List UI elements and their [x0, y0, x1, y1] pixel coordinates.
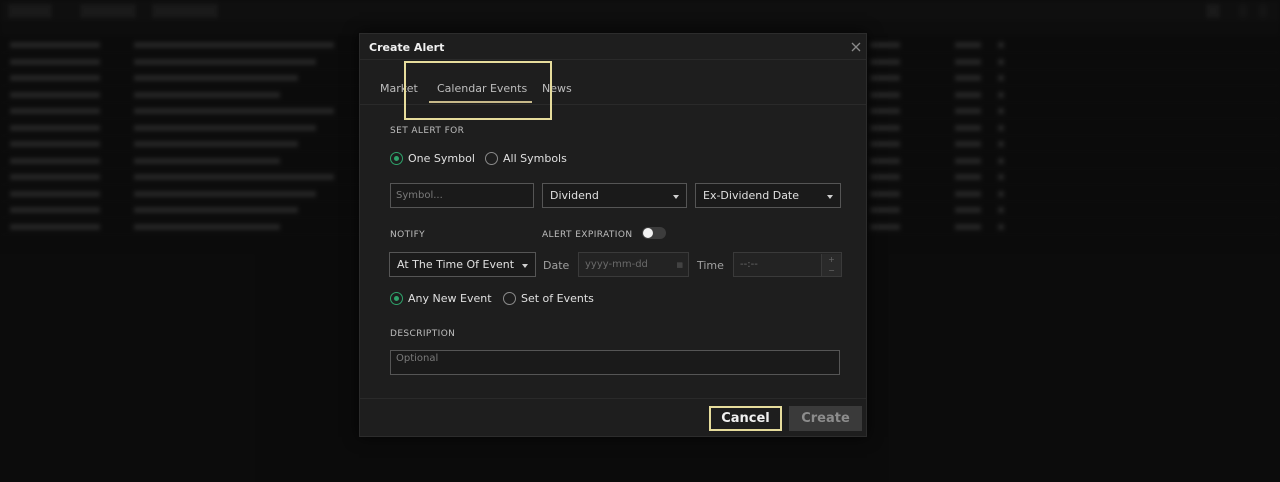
- date-label: Date: [543, 259, 570, 272]
- select-value: At The Time Of Event: [397, 258, 515, 271]
- set-alert-for-label: SET ALERT FOR: [390, 126, 465, 136]
- chevron-down-icon: [827, 194, 833, 199]
- tabs-divider: [360, 104, 866, 105]
- decrement-icon[interactable]: −: [821, 265, 841, 276]
- radio-any-new-event[interactable]: Any New Event: [390, 292, 492, 305]
- dialog-title: Create Alert: [369, 41, 445, 54]
- chevron-down-icon: [522, 263, 528, 268]
- tab-calendar-events[interactable]: Calendar Events: [437, 82, 527, 95]
- notify-timing-select[interactable]: At The Time Of Event: [389, 252, 536, 277]
- tab-news[interactable]: News: [542, 82, 572, 95]
- active-tab-indicator: [429, 101, 532, 103]
- increment-icon[interactable]: +: [821, 254, 841, 265]
- radio-one-symbol[interactable]: One Symbol: [390, 152, 475, 165]
- date-placeholder: yyyy-mm-dd: [585, 259, 648, 270]
- notify-label: NOTIFY: [390, 230, 426, 240]
- time-placeholder: --:--: [740, 259, 758, 270]
- close-icon[interactable]: [849, 39, 863, 53]
- event-type-select[interactable]: Dividend: [542, 183, 687, 208]
- alert-expiration-label: ALERT EXPIRATION: [542, 230, 633, 240]
- title-divider: [360, 59, 866, 60]
- radio-all-symbols[interactable]: All Symbols: [485, 152, 567, 165]
- select-value: Dividend: [550, 189, 599, 202]
- time-label: Time: [697, 259, 724, 272]
- select-value: Ex-Dividend Date: [703, 189, 800, 202]
- expiration-time-input[interactable]: --:-- + −: [733, 252, 842, 277]
- expiration-date-input[interactable]: yyyy-mm-dd ▦: [578, 252, 689, 277]
- radio-button-unchecked: [503, 292, 516, 305]
- create-alert-dialog: Create Alert Market Calendar Events News…: [359, 33, 867, 437]
- description-label: DESCRIPTION: [390, 329, 456, 339]
- radio-button-unchecked: [485, 152, 498, 165]
- radio-label: All Symbols: [503, 152, 567, 165]
- radio-button-checked: [390, 292, 403, 305]
- app-screen: Create Alert Market Calendar Events News…: [0, 0, 1280, 482]
- calendar-icon: ▦: [676, 261, 683, 269]
- radio-set-of-events[interactable]: Set of Events: [503, 292, 594, 305]
- create-button[interactable]: Create: [789, 406, 862, 431]
- radio-label: Set of Events: [521, 292, 594, 305]
- symbol-input[interactable]: Symbol...: [390, 183, 534, 208]
- event-date-select[interactable]: Ex-Dividend Date: [695, 183, 841, 208]
- description-input[interactable]: Optional: [390, 350, 840, 375]
- radio-button-checked: [390, 152, 403, 165]
- radio-label: Any New Event: [408, 292, 492, 305]
- radio-label: One Symbol: [408, 152, 475, 165]
- alert-expiration-toggle[interactable]: [642, 227, 666, 239]
- toggle-knob: [643, 228, 653, 238]
- tab-market[interactable]: Market: [380, 82, 418, 95]
- chevron-down-icon: [673, 194, 679, 199]
- cancel-button[interactable]: Cancel: [709, 406, 782, 431]
- footer-divider: [360, 398, 866, 399]
